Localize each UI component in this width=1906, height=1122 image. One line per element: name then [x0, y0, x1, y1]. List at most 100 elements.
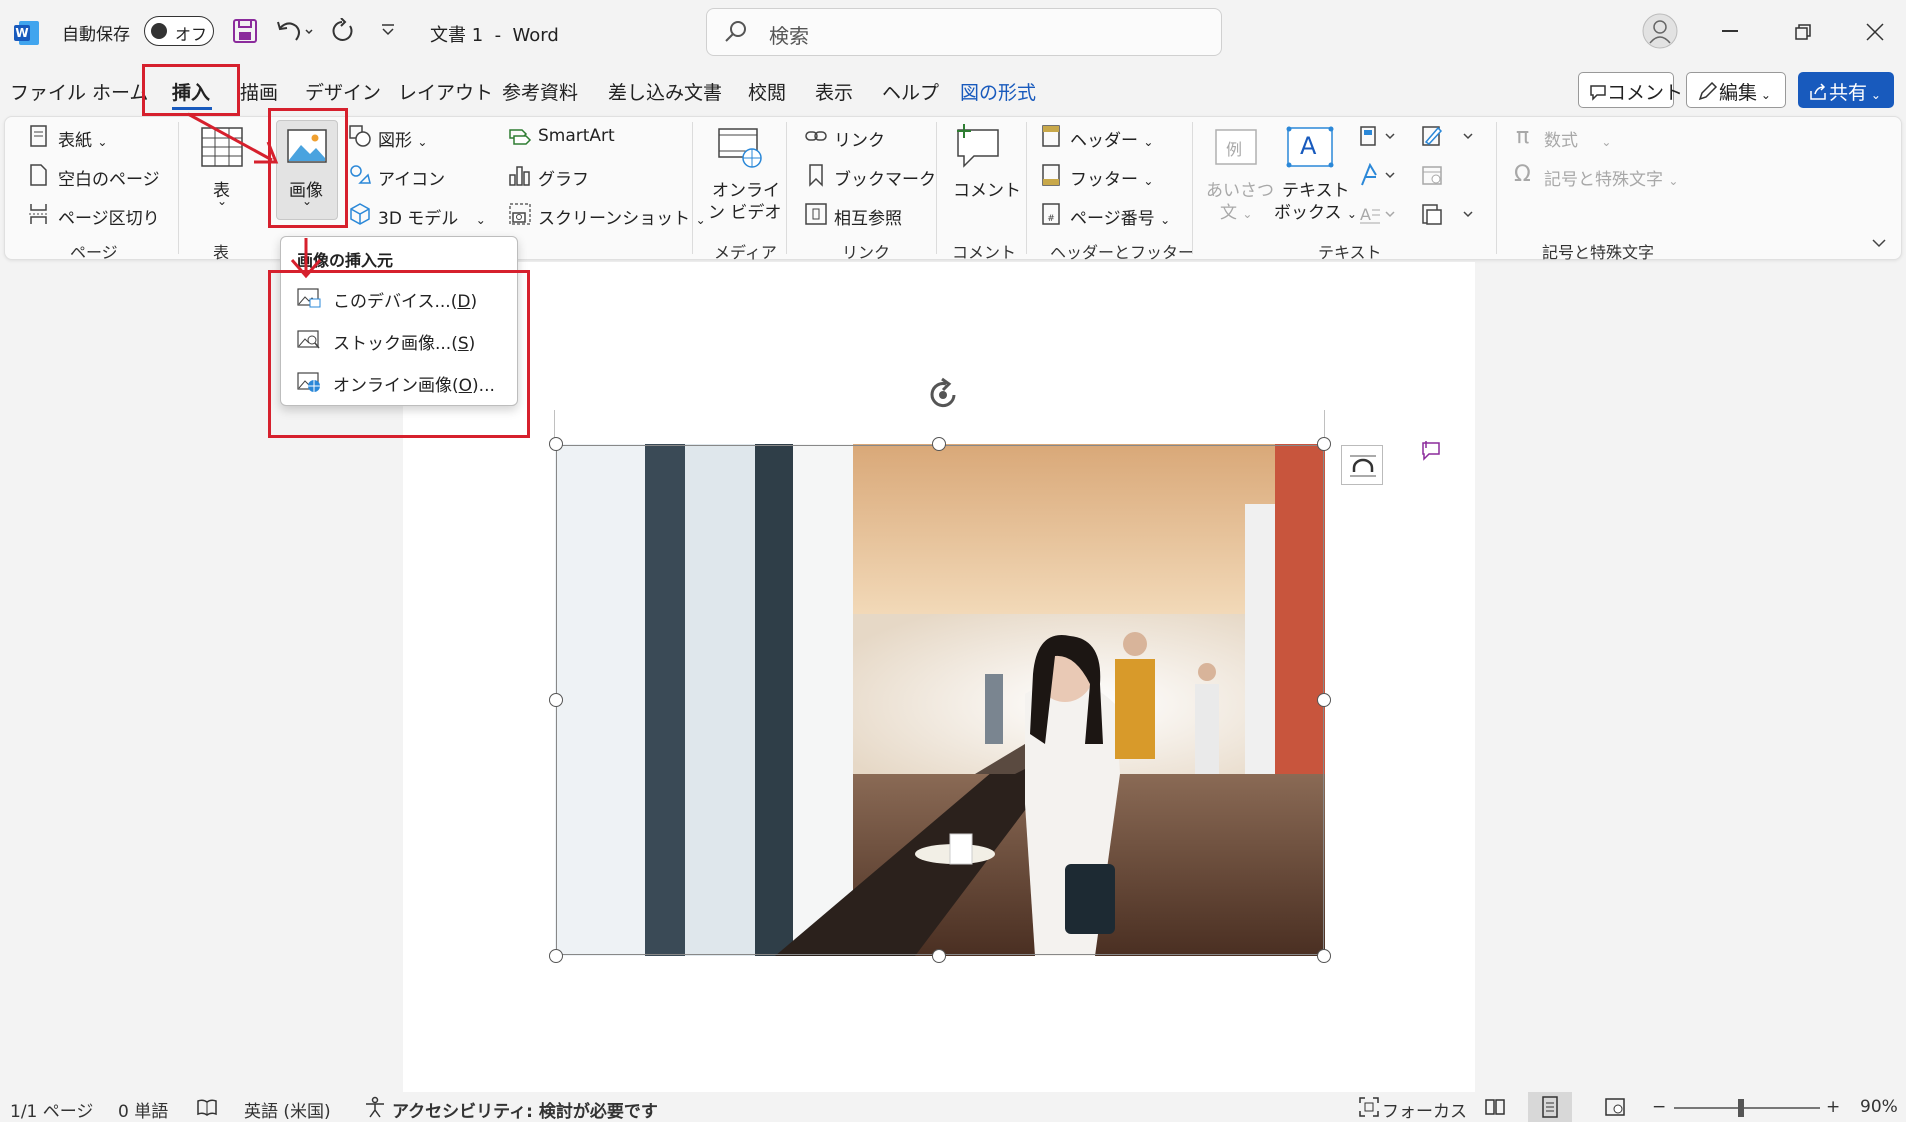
separator	[178, 122, 179, 254]
share-button[interactable]: 共有 ⌄	[1798, 72, 1894, 108]
footer-icon	[1040, 163, 1062, 187]
tab-mailings[interactable]: 差し込み文書	[608, 78, 722, 105]
tab-layout[interactable]: レイアウト	[398, 78, 493, 105]
online-video-label-2[interactable]: ン ビデオ	[708, 198, 781, 223]
greeting-label-2: 文 ⌄	[1220, 203, 1253, 223]
tab-references[interactable]: 参考資料	[502, 78, 578, 105]
layout-options-button[interactable]	[1341, 445, 1383, 485]
drop-cap-icon: A	[1358, 202, 1398, 226]
bookmark-icon	[806, 163, 826, 187]
separator	[1026, 122, 1027, 254]
link-button[interactable]: リンク	[834, 126, 885, 151]
tab-help[interactable]: ヘルプ	[882, 78, 939, 105]
link-icon	[804, 126, 828, 146]
zoom-in-button[interactable]: +	[1826, 1097, 1840, 1117]
tab-draw[interactable]: 描画	[240, 78, 278, 105]
focus-mode-button[interactable]: フォーカス	[1382, 1097, 1467, 1122]
minimize-button[interactable]	[1722, 30, 1738, 32]
read-mode-icon[interactable]	[1484, 1097, 1506, 1117]
accessibility-status[interactable]: アクセシビリティ: 検討が必要です	[392, 1097, 658, 1122]
footer-button[interactable]: フッター ⌄	[1070, 165, 1153, 190]
proofing-icon[interactable]	[196, 1098, 218, 1118]
share-icon	[1809, 83, 1829, 101]
separator	[786, 122, 787, 254]
tab-home[interactable]: ホーム	[92, 78, 148, 105]
tab-picture-format[interactable]: 図の形式	[960, 78, 1036, 105]
print-layout-button[interactable]	[1528, 1092, 1572, 1122]
icons-button[interactable]: アイコン	[378, 165, 445, 190]
bookmark-button[interactable]: ブックマーク	[834, 165, 936, 190]
zoom-out-button[interactable]: −	[1652, 1097, 1666, 1117]
table-group-label: 表	[213, 243, 230, 262]
comments-button[interactable]: コメント	[1578, 72, 1683, 108]
word-count[interactable]: 0 単語	[118, 1097, 168, 1122]
close-button[interactable]	[1866, 23, 1884, 41]
tab-design[interactable]: デザイン	[305, 78, 381, 105]
comment-marker-icon[interactable]	[1420, 440, 1442, 462]
signature-line-icon[interactable]	[1420, 124, 1476, 148]
shapes-button[interactable]: 図形 ⌄	[378, 126, 427, 151]
arrow-annotation-icon	[286, 236, 326, 280]
chart-button[interactable]: グラフ	[538, 165, 589, 190]
greeting-icon-text: 例	[1226, 140, 1243, 159]
search-box[interactable]: 検索	[706, 8, 1222, 56]
page-break-icon	[28, 202, 50, 226]
zoom-slider-thumb[interactable]	[1738, 1099, 1744, 1117]
resize-handle-se[interactable]	[1317, 949, 1331, 963]
page-count[interactable]: 1/1 ページ	[10, 1097, 93, 1122]
zoom-level[interactable]: 90%	[1860, 1097, 1898, 1117]
page-number-icon: #	[1040, 202, 1062, 226]
blank-page-button[interactable]: 空白のページ	[58, 165, 160, 190]
word-logo-icon: W	[14, 20, 40, 46]
symbols-group-label: 記号と特殊文字	[1542, 243, 1655, 262]
tab-file[interactable]: ファイル	[10, 78, 86, 105]
chart-icon	[508, 163, 532, 187]
equation-button: 数式 ⌄	[1544, 131, 1612, 151]
title-bar: W 自動保存 オフ 文書 1 - Word 検索	[0, 0, 1906, 64]
cover-page-button[interactable]: 表紙 ⌄	[58, 126, 107, 151]
separator	[1192, 122, 1193, 254]
search-icon	[723, 19, 749, 45]
customize-toolbar-icon[interactable]	[380, 22, 396, 38]
resize-handle-n[interactable]	[932, 437, 946, 451]
undo-icon[interactable]	[274, 18, 314, 44]
resize-handle-ne[interactable]	[1317, 437, 1331, 451]
save-icon[interactable]	[232, 18, 258, 44]
wordart-icon[interactable]	[1358, 163, 1398, 187]
screenshot-button[interactable]: スクリーンショット ⌄	[538, 204, 706, 229]
restore-button[interactable]	[1794, 23, 1812, 41]
chevron-down-icon: ⌄	[217, 194, 228, 208]
page-break-button[interactable]: ページ区切り	[58, 204, 160, 229]
resize-handle-s[interactable]	[932, 949, 946, 963]
object-icon[interactable]	[1420, 202, 1476, 226]
tab-review[interactable]: 校閲	[748, 78, 786, 105]
resize-handle-e[interactable]	[1317, 693, 1331, 707]
page-number-button[interactable]: ページ番号 ⌄	[1070, 204, 1170, 229]
zoom-slider[interactable]	[1674, 1107, 1820, 1109]
web-layout-icon[interactable]	[1604, 1097, 1626, 1117]
cross-reference-button[interactable]: 相互参照	[834, 204, 902, 229]
resize-handle-nw[interactable]	[549, 437, 563, 451]
accessibility-icon[interactable]	[364, 1096, 386, 1118]
user-avatar-icon[interactable]	[1642, 13, 1678, 49]
3d-models-button[interactable]: 3D モデル ⌄	[378, 204, 486, 229]
comment-button[interactable]: コメント	[953, 176, 1021, 201]
text-box-label-2[interactable]: ボックス ⌄	[1274, 198, 1357, 223]
collapse-ribbon-icon[interactable]	[1870, 236, 1888, 250]
quick-parts-icon[interactable]	[1358, 124, 1398, 148]
greeting-icon: 例	[1214, 128, 1258, 166]
resize-handle-sw[interactable]	[549, 949, 563, 963]
focus-icon[interactable]	[1358, 1096, 1380, 1118]
blank-page-icon	[28, 163, 50, 187]
editing-mode-button[interactable]: 編集 ⌄	[1686, 72, 1786, 108]
rotate-handle-icon[interactable]	[924, 376, 962, 414]
shapes-icon	[348, 124, 372, 148]
header-button[interactable]: ヘッダー ⌄	[1070, 126, 1153, 151]
autosave-toggle[interactable]: オフ	[144, 16, 214, 46]
language-indicator[interactable]: 英語 (米国)	[244, 1097, 331, 1122]
tab-view[interactable]: 表示	[815, 78, 853, 105]
redo-icon[interactable]	[330, 18, 356, 44]
smartart-button[interactable]: SmartArt	[538, 126, 615, 146]
autosave-state: オフ	[175, 25, 208, 44]
resize-handle-w[interactable]	[549, 693, 563, 707]
